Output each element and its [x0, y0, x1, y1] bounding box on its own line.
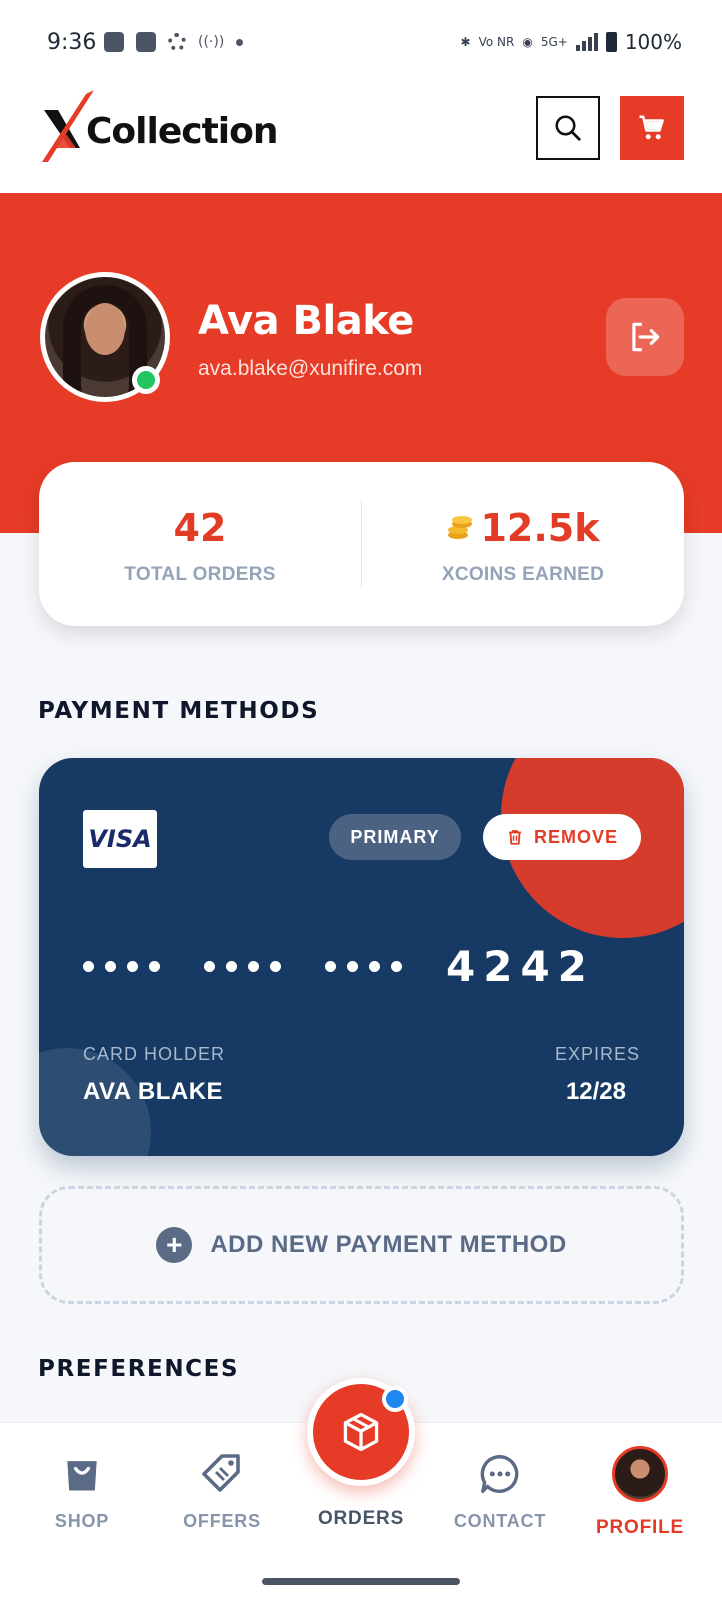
logo-mark-icon	[40, 86, 94, 170]
payment-methods-title: PAYMENT METHODS	[38, 698, 320, 724]
search-icon	[555, 115, 581, 141]
coins-icon	[448, 515, 473, 539]
total-orders-label: TOTAL ORDERS	[124, 564, 276, 585]
stats-card: 42 TOTAL ORDERS 12.5k XCOINS EARNED	[39, 462, 684, 626]
nav-profile-label: PROFILE	[596, 1517, 684, 1538]
payment-card[interactable]: VISA PRIMARY REMOVE 4242 CARD HOLDER AVA…	[39, 758, 684, 1156]
card-holder-label: CARD HOLDER	[83, 1044, 226, 1064]
xcoins-label: XCOINS EARNED	[441, 564, 605, 585]
preferences-title: PREFERENCES	[38, 1356, 240, 1382]
add-payment-method-button[interactable]: + ADD NEW PAYMENT METHOD	[39, 1186, 684, 1304]
trash-icon	[508, 830, 521, 845]
settings-icon	[168, 33, 186, 51]
profile-avatar-icon	[612, 1446, 668, 1502]
profile-name: Ava Blake	[198, 298, 414, 344]
shopping-bag-icon	[57, 1449, 107, 1499]
card-last4: 4242	[446, 942, 595, 991]
more-notifications-icon	[236, 38, 244, 46]
nav-shop[interactable]: SHOP	[42, 1423, 122, 1532]
home-indicator[interactable]	[262, 1578, 460, 1585]
app-icon	[136, 32, 156, 52]
vonr-icon: Vo NR	[478, 35, 515, 49]
shopping-bag-icon	[104, 32, 124, 52]
logo[interactable]: Collection	[40, 86, 278, 170]
nav-contact-label: CONTACT	[453, 1511, 547, 1531]
wifi-calling-icon: ◉	[522, 35, 533, 49]
stat-total-orders[interactable]: 42 TOTAL ORDERS	[39, 462, 361, 626]
signal-icon	[575, 33, 598, 51]
app-header: Collection	[0, 86, 722, 193]
logout-button[interactable]	[606, 298, 684, 376]
xcoins-value: 12.5k	[480, 506, 600, 550]
cart-icon	[639, 115, 664, 140]
chat-icon	[475, 1449, 525, 1499]
search-button[interactable]	[536, 96, 600, 160]
masked-digits	[204, 961, 281, 972]
battery-icon	[605, 32, 617, 52]
nav-offers-label: OFFERS	[183, 1511, 261, 1531]
status-system-icons: ✱ Vo NR ◉ 5G+ 100%	[461, 30, 682, 54]
remove-label: REMOVE	[533, 826, 618, 847]
status-notification-icons: ((·))	[104, 32, 244, 52]
status-bar: 9:36 ((·)) ✱ Vo NR ◉ 5G+ 100%	[0, 0, 722, 86]
card-number: 4242	[83, 942, 595, 991]
card-holder-name: AVA BLAKE	[83, 1078, 224, 1105]
logout-icon	[632, 322, 660, 352]
nav-shop-label: SHOP	[54, 1511, 110, 1531]
primary-badge: PRIMARY	[329, 814, 461, 860]
bluetooth-icon: ✱	[460, 35, 471, 49]
package-icon	[343, 1412, 379, 1452]
add-payment-label: ADD NEW PAYMENT METHOD	[210, 1231, 567, 1258]
nav-offers[interactable]: OFFERS	[182, 1423, 262, 1532]
visa-logo: VISA	[83, 810, 157, 868]
network-type: 5G+	[540, 35, 568, 49]
remove-card-button[interactable]: REMOVE	[483, 814, 641, 860]
plus-icon: +	[156, 1227, 193, 1263]
logo-text: Collection	[86, 110, 278, 152]
stat-xcoins[interactable]: 12.5k XCOINS EARNED	[362, 462, 684, 626]
battery-percent: 100%	[624, 30, 682, 54]
total-orders-value: 42	[173, 506, 227, 550]
profile-email: ava.blake@xunifire.com	[198, 357, 423, 380]
nav-orders-label: ORDERS	[317, 1508, 405, 1529]
masked-digits	[83, 961, 160, 972]
hotspot-icon: ((·))	[198, 34, 225, 50]
masked-digits	[325, 961, 402, 972]
online-status-indicator	[132, 366, 160, 394]
nav-contact[interactable]: CONTACT	[450, 1423, 550, 1532]
orders-notification-badge	[382, 1386, 408, 1412]
cart-button[interactable]	[620, 96, 684, 160]
nav-profile[interactable]: PROFILE	[590, 1423, 690, 1539]
status-time: 9:36	[47, 30, 97, 55]
expires-label: EXPIRES	[554, 1044, 640, 1064]
expires-value: 12/28	[565, 1078, 626, 1105]
tag-icon	[197, 1449, 247, 1499]
